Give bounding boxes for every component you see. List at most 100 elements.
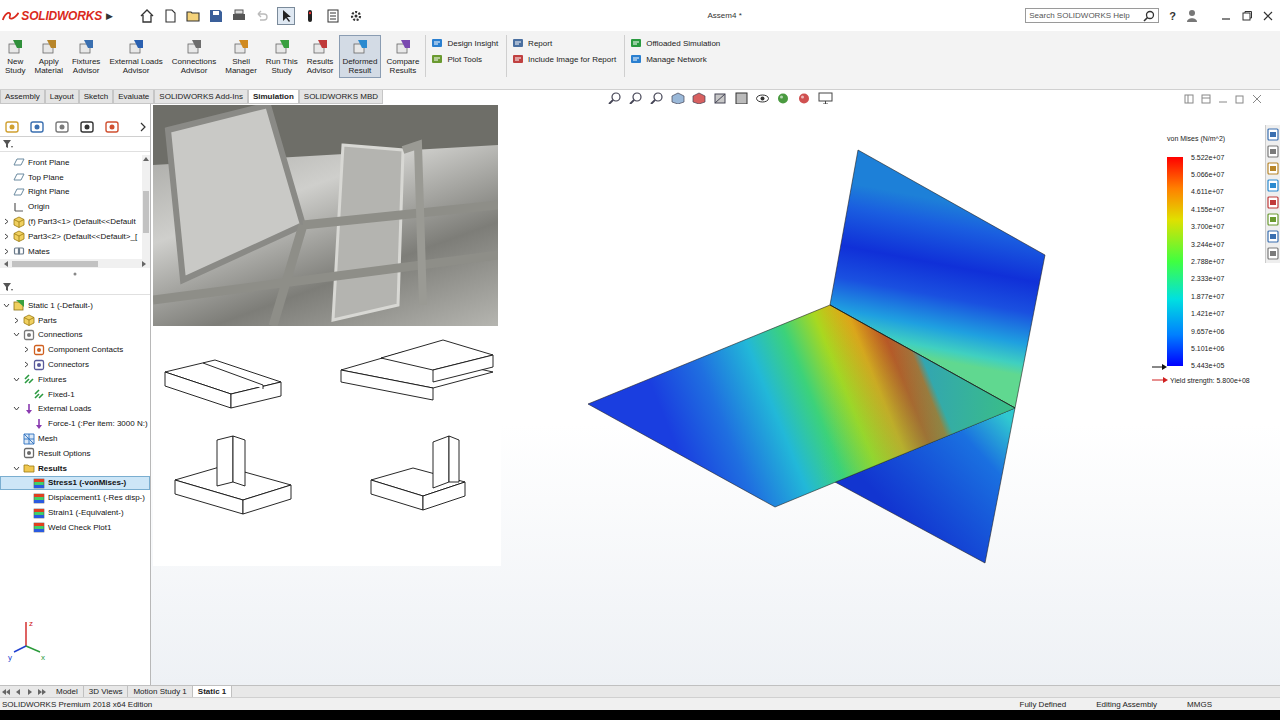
study-tree-item[interactable]: Results [0,461,150,476]
minimize-icon[interactable] [1220,10,1232,22]
ribbon-small-button[interactable]: Manage Network [630,53,720,65]
magnifier-icon[interactable] [1143,10,1155,22]
feature-tree-item[interactable]: Mates [0,244,142,259]
menu-expand[interactable]: ▶ [106,11,113,21]
help-button[interactable]: ? [1169,10,1176,22]
horizontal-scrollbar[interactable] [0,259,150,268]
ribbon-small-button[interactable]: Include Image for Report [512,53,616,65]
feature-tree-item[interactable]: Front Plane [0,155,142,170]
study-tree-item[interactable]: Component Contacts [0,342,150,357]
expander[interactable] [13,405,21,412]
task-pane-icon[interactable] [1267,196,1279,209]
command-tab[interactable]: Simulation [248,90,299,104]
tab-scroll-arrow-icon[interactable] [38,688,47,696]
panel-tab-icon[interactable] [104,120,120,134]
expander[interactable] [3,218,11,225]
expanded-arrow-icon[interactable] [3,302,10,309]
ribbon-small-button[interactable]: Report [512,37,616,49]
task-pane-icon[interactable] [1267,162,1279,175]
expanded-arrow-icon[interactable] [13,405,20,412]
feature-tree-item[interactable]: Right Plane [0,185,142,200]
panel-splitter[interactable] [0,268,150,280]
save-icon[interactable] [208,8,224,24]
gear-icon[interactable] [348,8,364,24]
flange-plate[interactable] [588,305,1015,507]
ribbon-button[interactable]: NewStudy [2,35,28,78]
command-tab[interactable]: Sketch [79,90,113,104]
expander[interactable] [13,376,21,383]
collapsed-arrow-icon[interactable] [3,248,10,255]
expanded-arrow-icon[interactable] [13,376,20,383]
logo[interactable]: SOLIDWORKS [2,9,102,23]
panel-tab-icon[interactable] [54,120,70,134]
panel-tab-icon[interactable] [4,120,20,134]
feature-tree-item[interactable]: (f) Part3<1> (Default<<Default [0,214,142,229]
filter-icon[interactable] [2,139,14,149]
collapsed-arrow-icon[interactable] [23,361,30,368]
command-tab[interactable]: SOLIDWORKS MBD [299,90,383,104]
print-icon[interactable] [231,8,247,24]
task-pane-icon[interactable] [1267,230,1279,243]
study-tree-item[interactable]: Force-1 (:Per item: 3000 N:) [0,416,150,431]
command-tab[interactable]: Assembly [0,90,45,104]
stress-plot-model[interactable] [151,104,1280,685]
restore-icon[interactable] [1235,94,1245,104]
task-pane-icon[interactable] [1267,179,1279,192]
scroll-right-icon[interactable] [140,260,148,268]
close-icon[interactable] [1262,10,1274,22]
select-icon[interactable] [277,7,295,25]
splitter-grip-icon[interactable] [72,271,78,277]
bottom-tab[interactable]: Model [51,686,84,697]
expander[interactable] [3,233,11,240]
task-pane-icon[interactable] [1267,128,1279,141]
command-tab[interactable]: Evaluate [113,90,154,104]
expanded-arrow-icon[interactable] [13,465,20,472]
tab-scroll-arrow-icon[interactable] [26,688,35,696]
ribbon-button[interactable]: CompareResults [384,35,423,78]
bottom-tab[interactable]: Static 1 [193,686,232,697]
ribbon-button[interactable]: ConnectionsAdvisor [169,35,219,78]
expander[interactable] [13,465,21,472]
study-tree-item[interactable]: Fixtures [0,372,150,387]
search-field[interactable]: Search SOLIDWORKS Help [1025,8,1159,23]
scroll-left-icon[interactable] [2,260,10,268]
collapsed-arrow-icon[interactable] [13,317,20,324]
expander[interactable] [23,346,31,353]
panel-tab-icon[interactable] [79,120,95,134]
bottom-tab[interactable]: Motion Study 1 [128,686,192,697]
ribbon-small-button[interactable]: Design Insight [431,37,498,49]
feature-tree-item[interactable]: Part3<2> (Default<<Default>_[ [0,229,142,244]
ribbon-small-button[interactable]: Offloaded Simulation [630,37,720,49]
light-icon[interactable] [302,8,318,24]
expander[interactable] [23,361,31,368]
feature-tree-item[interactable]: Origin [0,199,142,214]
close-icon[interactable] [1252,94,1262,104]
ribbon-small-button[interactable]: Plot Tools [431,53,498,65]
panel-tab-icon[interactable] [29,120,45,134]
doc-icon[interactable] [162,8,178,24]
more-tabs-icon[interactable] [139,122,147,132]
study-tree-item[interactable]: Strain1 (-Equivalent-) [0,505,150,520]
ribbon-button[interactable]: DeformedResult [339,35,380,78]
tab-scroll-arrow-icon[interactable] [2,688,11,696]
study-tree-item[interactable]: Mesh [0,431,150,446]
task-pane-icon[interactable] [1267,247,1279,260]
study-tree-item[interactable]: Stress1 (-vonMises-) [0,476,150,491]
ribbon-button[interactable]: ResultsAdvisor [304,35,337,78]
scroll-thumb[interactable] [12,261,98,267]
user-icon[interactable] [1186,9,1198,23]
study-tree-item[interactable]: Static 1 (-Default-) [0,298,150,313]
ribbon-button[interactable]: External LoadsAdvisor [106,35,165,78]
ribbon-button[interactable]: ApplyMaterial [31,35,65,78]
task-pane-icon[interactable] [1267,145,1279,158]
tile-icon[interactable] [1184,94,1194,104]
filter-icon[interactable] [2,282,14,292]
task-pane-icon[interactable] [1267,213,1279,226]
study-tree-item[interactable]: Weld Check Plot1 [0,520,150,535]
study-tree-item[interactable]: External Loads [0,402,150,417]
command-tab[interactable]: SOLIDWORKS Add-Ins [154,90,248,104]
collapsed-arrow-icon[interactable] [3,218,10,225]
tile-icon[interactable] [1201,94,1211,104]
bottom-tab[interactable]: 3D Views [84,686,129,697]
scroll-thumb[interactable] [143,191,149,233]
